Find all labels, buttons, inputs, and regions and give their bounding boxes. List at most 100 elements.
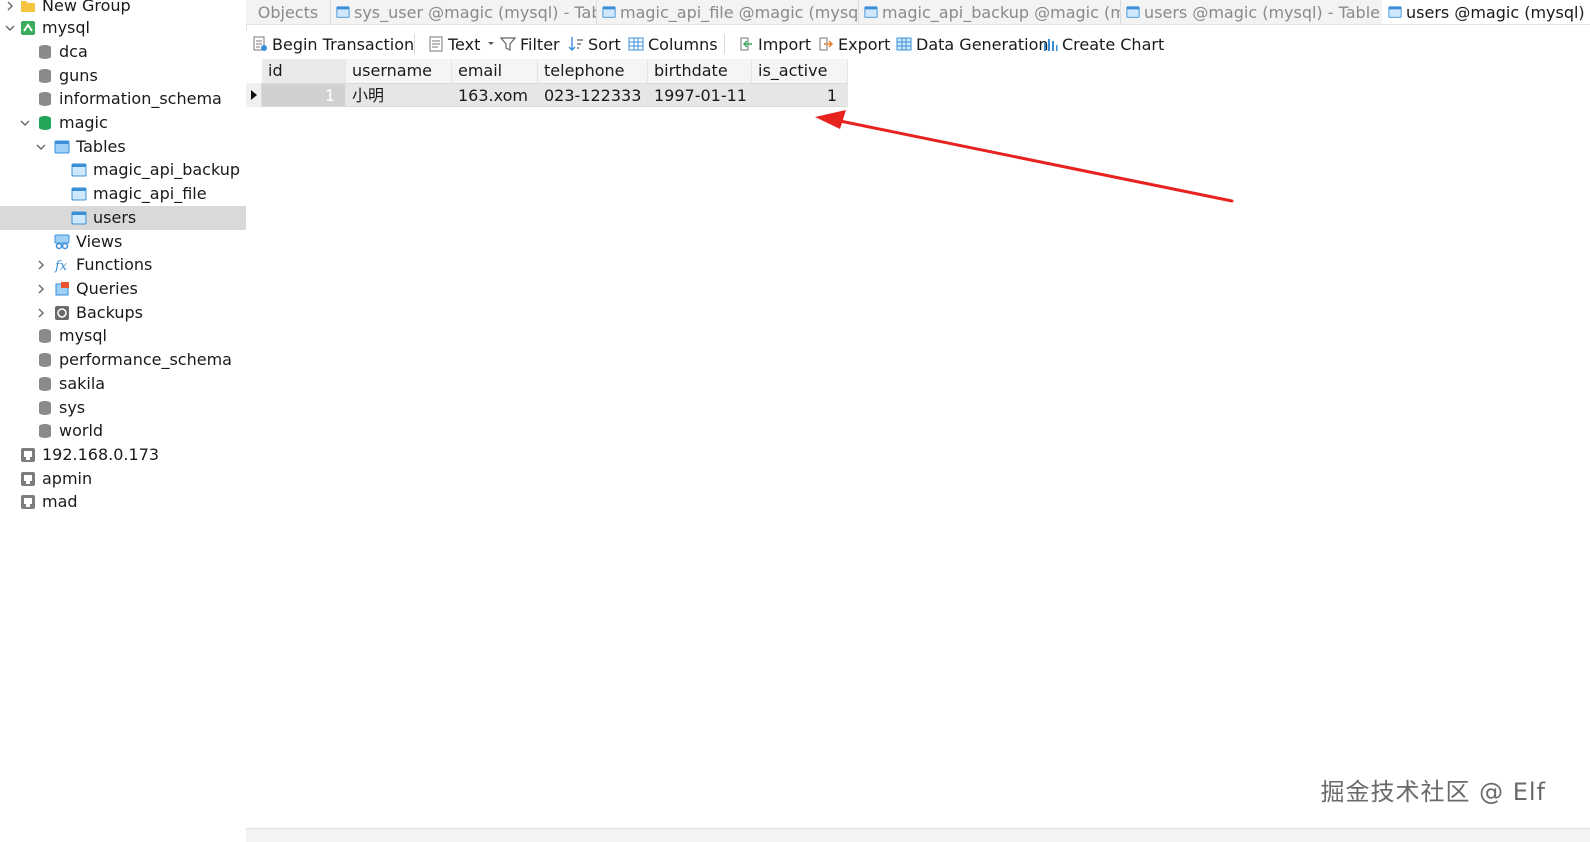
tree-item-queries[interactable]: Queries	[0, 277, 246, 301]
cell-value: 1997-01-11	[654, 86, 747, 105]
data-generation-icon	[896, 37, 912, 51]
data-generation-button[interactable]: Data Generation	[896, 32, 1049, 56]
table-cell-id[interactable]: 1	[262, 83, 346, 107]
tree-item-dca[interactable]: dca	[0, 40, 246, 64]
chevron-down-icon[interactable]	[4, 22, 16, 34]
tree-item-label: information_schema	[59, 89, 222, 108]
tree-item-apmin[interactable]: apmin	[0, 467, 246, 491]
table-cell-birthdate[interactable]: 1997-01-11	[648, 83, 752, 107]
tab-label: sys_user @magic (mysql) - Table	[354, 2, 597, 22]
tree-item-label: Backups	[76, 303, 143, 322]
table-icon	[71, 187, 87, 201]
tree-item-label: mad	[42, 492, 78, 511]
tab-label: users @magic (mysql) - Table	[1144, 2, 1380, 22]
chevron-right-icon[interactable]	[35, 259, 47, 271]
transaction-icon	[253, 36, 267, 51]
column-header-birthdate[interactable]: birthdate	[648, 59, 752, 83]
table-icon	[1388, 6, 1402, 18]
table-cell-username[interactable]: 小明	[346, 83, 452, 107]
tree-item-world[interactable]: world	[0, 419, 246, 443]
header-label: birthdate	[654, 61, 728, 80]
tab-bar: Objects sys_user @magic (mysql) - Table …	[246, 0, 1590, 25]
tab-magic-api-backup[interactable]: magic_api_backup @magic (m...	[858, 0, 1121, 24]
tree-item-views[interactable]: Views	[0, 230, 246, 254]
tree-item-192-168-0-173[interactable]: 192.168.0.173	[0, 443, 246, 467]
tab-users-1[interactable]: users @magic (mysql) - Table	[1120, 0, 1383, 24]
tab-magic-api-file[interactable]: magic_api_file @magic (mysql)...	[596, 0, 859, 24]
tree-item-mysql-db[interactable]: mysql	[0, 324, 246, 348]
header-label: telephone	[544, 61, 625, 80]
tree-item-mad[interactable]: mad	[0, 490, 246, 514]
toolbar-label: Begin Transaction	[272, 34, 415, 54]
tree-item-information-schema[interactable]: information_schema	[0, 87, 246, 111]
chevron-right-icon[interactable]	[35, 307, 47, 319]
connection-icon	[21, 21, 35, 35]
tab-sys-user[interactable]: sys_user @magic (mysql) - Table	[330, 0, 597, 24]
svg-text:fx: fx	[54, 259, 68, 273]
tree-item-label: New Group	[42, 0, 131, 15]
table-cell-email[interactable]: 163.xom	[452, 83, 538, 107]
tree-item-guns[interactable]: guns	[0, 64, 246, 88]
tab-users-active[interactable]: users @magic (mysql) - Table	[1382, 0, 1590, 24]
tree-item-magic[interactable]: magic	[0, 111, 246, 135]
tree-item-label: guns	[59, 66, 98, 85]
create-chart-button[interactable]: Create Chart	[1042, 32, 1164, 56]
tree-item-label: mysql	[59, 326, 107, 345]
column-header-username[interactable]: username	[346, 59, 452, 83]
tree-item-functions[interactable]: fx Functions	[0, 253, 246, 277]
database-open-icon	[39, 116, 51, 130]
database-icon	[39, 92, 51, 106]
tab-objects[interactable]: Objects	[246, 0, 331, 24]
function-icon: fx	[54, 259, 68, 273]
tree-item-label: Tables	[76, 137, 126, 156]
tree-item-sys[interactable]: sys	[0, 396, 246, 420]
cell-value: 1	[826, 86, 837, 105]
tree-item-label: magic_api_backup	[93, 160, 241, 179]
text-button[interactable]: Text	[428, 32, 500, 56]
table-cell-is-active[interactable]: 1	[752, 83, 848, 107]
tree-item-magic-api-backup[interactable]: magic_api_backup	[0, 158, 246, 182]
tree-item-magic-api-file[interactable]: magic_api_file	[0, 182, 246, 206]
filter-button[interactable]: Filter	[500, 32, 560, 56]
queries-icon	[55, 282, 69, 296]
export-button[interactable]: Export	[818, 32, 890, 56]
tree-item-label: Queries	[76, 279, 138, 298]
header-label: username	[352, 61, 432, 80]
tree-item-backups[interactable]: Backups	[0, 301, 246, 325]
chevron-down-icon[interactable]	[19, 117, 31, 129]
chevron-down-icon[interactable]	[35, 141, 47, 153]
table-icon	[864, 6, 878, 18]
import-button[interactable]: Import	[738, 32, 811, 56]
table-cell-telephone[interactable]: 023-122333	[538, 83, 648, 107]
tab-label: magic_api_file @magic (mysql)...	[620, 2, 859, 22]
chart-icon	[1044, 39, 1058, 51]
tree-item-users[interactable]: users	[0, 206, 246, 230]
tree-item-label: mysql	[42, 18, 90, 37]
tree-item-tables[interactable]: Tables	[0, 135, 246, 159]
tree-item-label: dca	[59, 42, 88, 61]
table-icon	[1126, 6, 1140, 18]
tab-label: Objects	[257, 2, 319, 22]
column-header-email[interactable]: email	[452, 59, 538, 83]
database-icon	[39, 45, 51, 59]
tab-label: users @magic (mysql) - Table	[1406, 2, 1590, 22]
columns-button[interactable]: Columns	[628, 32, 718, 56]
chevron-right-icon[interactable]	[4, 0, 16, 12]
status-bar	[246, 828, 1590, 842]
tree-item-performance-schema[interactable]: performance_schema	[0, 348, 246, 372]
tree-item-mysql-connection[interactable]: mysql	[0, 16, 246, 40]
column-header-telephone[interactable]: telephone	[538, 59, 648, 83]
tree-item-label: magic	[59, 113, 108, 132]
folder-icon	[21, 1, 35, 12]
tree-item-sakila[interactable]: sakila	[0, 372, 246, 396]
column-header-id[interactable]: id	[262, 59, 346, 83]
tree-item-label: 192.168.0.173	[42, 445, 160, 464]
table-icon	[336, 6, 350, 18]
begin-transaction-button[interactable]: Begin Transaction	[252, 32, 414, 56]
sort-button[interactable]: Sort	[568, 32, 621, 56]
row-indicator[interactable]	[246, 83, 262, 107]
server-icon	[21, 472, 35, 486]
chevron-right-icon[interactable]	[35, 283, 47, 295]
tree-item-label: performance_schema	[59, 350, 232, 369]
column-header-is-active[interactable]: is_active	[752, 59, 848, 83]
